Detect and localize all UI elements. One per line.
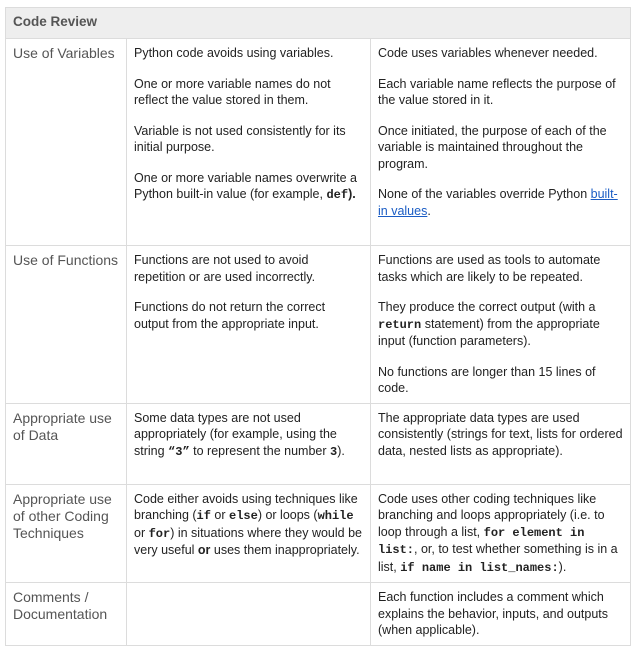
poor-description-cell: Python code avoids using variables. One o… [126, 38, 371, 246]
text-segment: Each variable name reflects the purpose … [378, 76, 616, 108]
code-snippet: def [326, 188, 349, 202]
text-segment: ). [558, 559, 567, 574]
text-segment: Code uses variables whenever needed. [378, 46, 598, 60]
text-segment: One or more variable names overwrite a P… [134, 170, 358, 202]
description-paragraph: One or more variable names overwrite a P… [134, 170, 363, 204]
text-segment: uses them inappropriately. [210, 543, 360, 557]
text-segment: Functions are not used to avoid repetiti… [134, 253, 316, 284]
code-snippet: for [148, 526, 171, 541]
description-paragraph: No functions are longer than 15 lines of… [378, 364, 623, 397]
description-paragraph: Some data types are not used appropriate… [134, 410, 363, 461]
text-segment: to represent the number [189, 443, 331, 458]
description-paragraph: Functions are not used to avoid repetiti… [134, 252, 363, 285]
text-segment: . [427, 203, 431, 218]
code-snippet: if [196, 509, 211, 523]
code-review-rubric-table: Code Review Use of Variables Python code … [4, 7, 632, 646]
bold-text: ). [348, 187, 356, 201]
text-segment: Functions do not return the correct outp… [134, 300, 326, 331]
criterion-cell: Appropriate use of other Coding Techniqu… [5, 483, 127, 583]
description-paragraph: Each variable name reflects the purpose … [378, 76, 623, 109]
description-paragraph: Functions are used as tools to automate … [378, 252, 623, 285]
text-segment: None of the variables override Python [378, 187, 591, 201]
poor-description-cell: Some data types are not used appropriate… [126, 402, 371, 485]
text-segment: They produce the correct output (with a [378, 300, 596, 314]
text-segment: ). [337, 443, 345, 458]
table-row: Appropriate use of other Coding Techniqu… [5, 483, 632, 583]
code-snippet: else [229, 509, 258, 523]
good-description-cell: Each function includes a comment which e… [369, 582, 632, 646]
text-segment: or [134, 525, 149, 540]
text-segment: ) or loops ( [257, 508, 318, 522]
criterion-cell: Comments / Documentation [5, 582, 127, 646]
table-row: Comments / Documentation Each function in… [5, 582, 632, 646]
description-paragraph: Functions do not return the correct outp… [134, 299, 363, 332]
description-paragraph: The appropriate data types are used cons… [378, 410, 623, 460]
bold-text: or [197, 543, 211, 557]
description-paragraph: They produce the correct output (with a … [378, 299, 623, 350]
table-row: Use of Variables Python code avoids using… [5, 38, 632, 246]
good-description-cell: Code uses variables whenever needed. Each… [369, 38, 632, 246]
good-description-cell: The appropriate data types are used cons… [369, 402, 632, 485]
criterion-cell: Use of Functions [5, 245, 127, 404]
code-snippet: if name in list_names: [400, 560, 559, 575]
code-snippet: “3” [168, 444, 190, 459]
description-paragraph: None of the variables override Python bu… [378, 186, 623, 219]
text-segment: or [210, 508, 230, 522]
text-segment: Functions are used as tools to automate … [378, 253, 601, 284]
criterion-cell: Use of Variables [5, 38, 127, 246]
description-paragraph: Python code avoids using variables. [134, 45, 363, 62]
code-snippet: while [317, 509, 354, 523]
description-paragraph: Code either avoids using techniques like… [134, 491, 363, 559]
text-segment: One or more variable names do not reflec… [134, 76, 331, 108]
text-segment: Variable is not used consistently for it… [134, 123, 346, 155]
description-paragraph: Each function includes a comment which e… [378, 589, 623, 639]
description-paragraph: One or more variable names do not reflec… [134, 76, 363, 109]
text-segment: Python code avoids using variables. [134, 46, 334, 60]
good-description-cell: Code uses other coding techniques like b… [369, 483, 632, 583]
text-segment: The appropriate data types are used cons… [378, 410, 623, 458]
text-segment: Once initiated, the purpose of each of t… [378, 123, 607, 171]
text-segment: Each function includes a comment which e… [378, 590, 609, 637]
poor-description-cell: Functions are not used to avoid repetiti… [126, 245, 371, 404]
table-row: Appropriate use of Data Some data types a… [5, 402, 632, 485]
description-paragraph: Code uses other coding techniques like b… [378, 491, 623, 577]
code-snippet: return [378, 317, 422, 332]
text-segment: No functions are longer than 15 lines of… [378, 364, 596, 396]
poor-description-cell [126, 582, 371, 646]
description-paragraph: Variable is not used consistently for it… [134, 123, 363, 156]
poor-description-cell: Code either avoids using techniques like… [126, 483, 371, 583]
criterion-cell: Appropriate use of Data [5, 402, 127, 485]
description-paragraph: Once initiated, the purpose of each of t… [378, 123, 623, 173]
table-row: Use of Functions Functions are not used t… [5, 245, 632, 404]
description-paragraph: Code uses variables whenever needed. [378, 45, 623, 62]
good-description-cell: Functions are used as tools to automate … [369, 245, 632, 404]
table-title: Code Review [4, 7, 632, 39]
